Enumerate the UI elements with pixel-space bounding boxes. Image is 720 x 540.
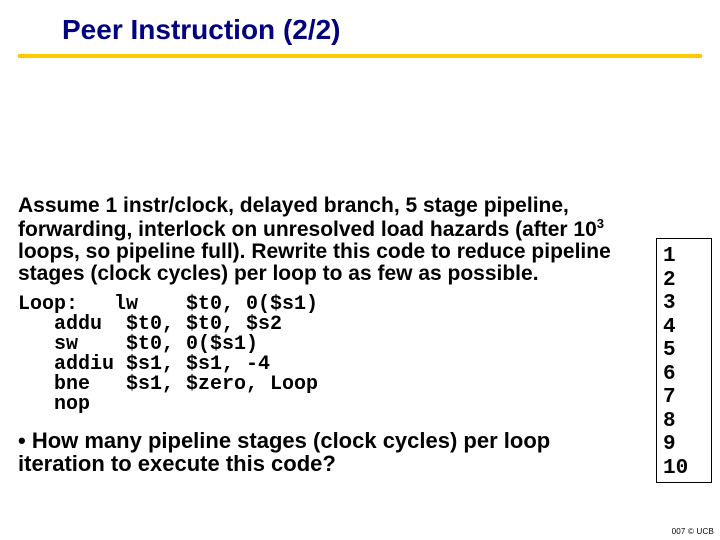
slide: Peer Instruction (2/2) Assume 1 instr/cl…	[0, 0, 720, 540]
answer-option: 4	[663, 316, 705, 340]
answer-option: 7	[663, 386, 705, 410]
answer-option: 3	[663, 292, 705, 316]
answer-option: 2	[663, 269, 705, 293]
answer-option: 5	[663, 339, 705, 363]
slide-title: Peer Instruction (2/2)	[0, 0, 720, 54]
answer-option: 9	[663, 433, 705, 457]
question-text: • How many pipeline stages (clock cycles…	[18, 429, 638, 475]
answer-option: 6	[663, 363, 705, 387]
answer-option: 8	[663, 410, 705, 434]
intro-paragraph: Assume 1 instr/clock, delayed branch, 5 …	[18, 195, 638, 285]
content-area: Assume 1 instr/clock, delayed branch, 5 …	[18, 195, 638, 475]
code-block: Loop: lw $t0, 0($s1) addu $t0, $t0, $s2 …	[18, 295, 638, 415]
answer-option: 1	[663, 245, 705, 269]
footer-text: 007 © UCB	[672, 527, 714, 536]
answer-option: 10	[663, 457, 705, 481]
answer-box: 12345678910	[656, 238, 712, 483]
title-underline	[18, 54, 702, 58]
